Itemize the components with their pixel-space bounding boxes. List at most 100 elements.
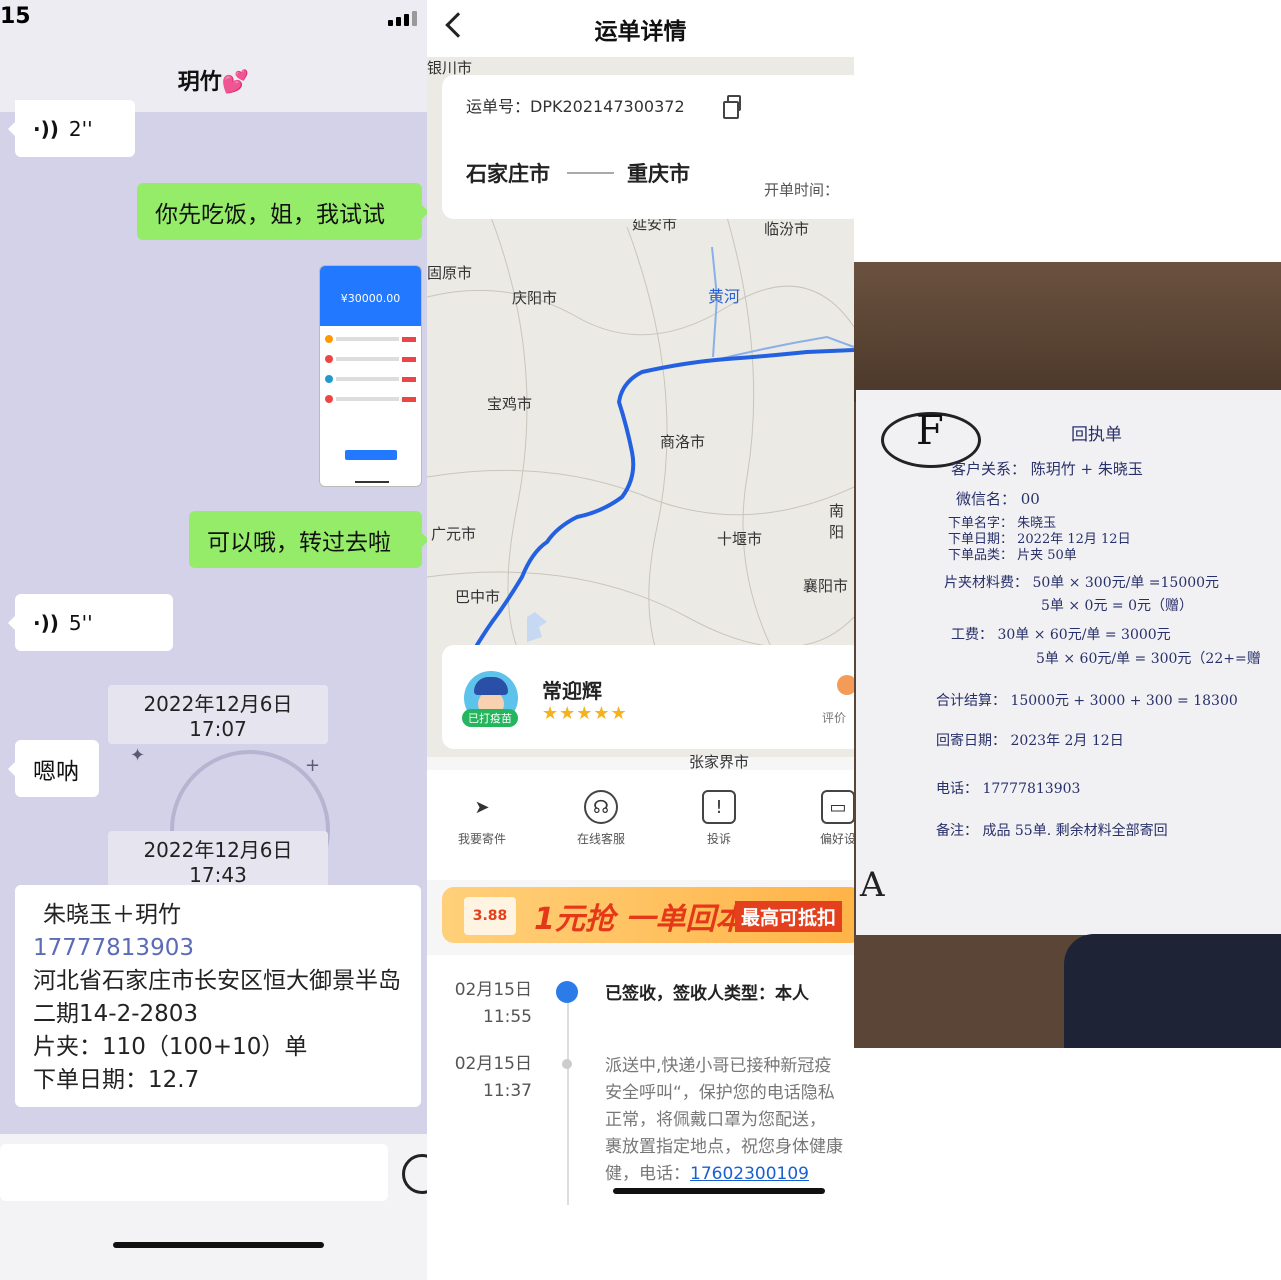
copy-icon[interactable] — [723, 95, 741, 119]
chat-screen: 15 玥竹💕 ✦ + ·)) 2'' 你先吃饭，姐，我试试 ¥30000.00 … — [0, 0, 427, 1280]
order-date: 下单日期：12.7 — [33, 1067, 200, 1093]
timestamp: 2022年12月6日 17:07 — [108, 685, 328, 744]
complaint-icon: ! — [702, 790, 736, 824]
waybill-screen: 银川市 延安市 临汾市 固原市 庆阳市 宝鸡市 商洛市 南阳 十堰市 广元市 巴… — [427, 0, 854, 1280]
chat-input-bar — [0, 1134, 427, 1280]
voice-duration: 2'' — [68, 116, 93, 141]
map-city-label: 十堰市 — [717, 530, 763, 548]
tracking-timeline: 02月15日 11:55 已签收，签收人类型：本人 02月15日 11:37 派… — [427, 955, 854, 1280]
status-line: 裹放置指定地点，祝您身体健康 — [605, 1137, 843, 1157]
chat-header: 15 玥竹💕 — [0, 0, 427, 112]
contact-name[interactable]: 玥竹💕 — [0, 64, 427, 96]
order-quantity: 片夹：110（100+10）单 — [33, 1034, 308, 1060]
grade-mark: F — [916, 408, 944, 454]
status-line: 健，电话：17602300109 — [605, 1161, 854, 1188]
destination-city: 重庆市 — [627, 162, 690, 186]
timeline-date: 02月15日 — [454, 1054, 532, 1074]
action-label: 在线客服 — [576, 832, 625, 846]
receipt-line: 微信名： 00 — [956, 490, 1040, 508]
signed-status-icon — [556, 981, 578, 1003]
fabric-background — [1064, 934, 1281, 1048]
handwritten-receipt: F 回执单 客户关系： 陈玥竹 + 朱晓玉 微信名： 00 下单名字： 朱晓玉 … — [856, 390, 1281, 935]
emoji-icon[interactable] — [402, 1154, 427, 1194]
timeline-item: 02月15日 11:37 — [452, 1051, 532, 1105]
send-package-button[interactable]: ➤ 我要寄件 — [437, 790, 527, 847]
map-city-label: 商洛市 — [660, 433, 706, 451]
receipt-line: 片夹材料费： 50单 × 300元/单 =15000元 — [944, 575, 1220, 591]
route-arrow-icon — [567, 172, 614, 174]
timeline-time: 11:55 — [483, 1007, 532, 1027]
receipt-line: 合计结算： 15000元 + 3000 + 300 = 18300 — [936, 693, 1238, 709]
map-city-label: 襄阳市 — [803, 577, 849, 595]
rate-label[interactable]: 评价 — [822, 709, 846, 726]
receipt-line: 5单 × 60元/单 = 300元（22+=赠 — [1036, 651, 1261, 667]
online-service-button[interactable]: ☊ 在线客服 — [556, 790, 646, 847]
message-input[interactable] — [0, 1144, 388, 1201]
status-line: 派送中,快递小哥已接种新冠疫 — [605, 1056, 832, 1076]
courier-phone-link[interactable]: 17602300109 — [690, 1164, 809, 1184]
receipt-line: 回寄日期： 2023年 2月 12日 — [936, 733, 1124, 749]
preference-button[interactable]: ▭ 偏好设 — [793, 790, 854, 847]
sparkle-icon: + — [305, 755, 321, 776]
nav-bar: 运单详情 — [427, 0, 854, 57]
coupon-badge: 3.88 — [464, 897, 516, 935]
vaccinated-badge: 已打疫苗 — [462, 709, 518, 727]
sparkle-icon: ✦ — [130, 745, 146, 766]
map-city-label: 南阳 — [829, 502, 845, 541]
waybill-number: 运单号：DPK202147300372 — [466, 97, 685, 116]
timeline-status: 派送中,快递小哥已接种新冠疫 安全呼叫“，保护您的电话隐私 正常，将佩戴口罩为您… — [605, 1053, 854, 1188]
timeline-time: 11:37 — [483, 1081, 532, 1101]
phone-label: 健，电话： — [605, 1164, 690, 1184]
outgoing-message[interactable]: 你先吃饭，姐，我试试 — [137, 183, 427, 240]
voice-message[interactable]: ·)) 5'' — [8, 594, 173, 651]
timeline-dot-icon — [562, 1059, 572, 1069]
status-time: 15 — [0, 4, 31, 29]
action-bar: ➤ 我要寄件 ☊ 在线客服 ! 投诉 ▭ 偏好设 — [427, 770, 854, 880]
waybill-info-card: 运单号：DPK202147300372 石家庄市 重庆市 开单时间： — [442, 75, 854, 219]
river-label: 黄河 — [708, 287, 741, 306]
signal-icon — [388, 10, 422, 26]
map-city-label: 宝鸡市 — [487, 395, 533, 413]
preference-icon: ▭ — [821, 790, 854, 824]
action-label: 投诉 — [706, 832, 731, 846]
voice-wave-icon: ·)) — [33, 116, 59, 141]
action-label: 偏好设 — [819, 832, 854, 846]
promo-tag: 最高可抵扣 — [735, 901, 843, 932]
status-line: 安全呼叫“，保护您的电话隐私 — [605, 1083, 835, 1103]
map-city-label: 巴中市 — [455, 588, 501, 606]
open-time-label: 开单时间： — [764, 181, 840, 199]
address-message[interactable]: 朱晓玉＋玥竹 17777813903 河北省石家庄市长安区恒大御景半岛二期14-… — [15, 885, 421, 1107]
timestamp: 2022年12月6日 17:43 — [108, 831, 328, 890]
rate-icon[interactable] — [837, 675, 854, 695]
voice-wave-icon: ·)) — [33, 610, 59, 635]
send-icon: ➤ — [474, 796, 490, 818]
receipt-photo: F 回执单 客户关系： 陈玥竹 + 朱晓玉 微信名： 00 下单名字： 朱晓玉 … — [854, 262, 1281, 1048]
recipient-address: 河北省石家庄市长安区恒大御景半岛二期14-2-2803 — [33, 968, 401, 1027]
courier-name: 常迎辉 — [542, 679, 602, 703]
action-label: 我要寄件 — [457, 832, 506, 846]
promo-banner[interactable]: 3.88 1元抢 一单回本 最高可抵扣 — [442, 887, 854, 943]
voice-duration: 5'' — [68, 610, 93, 635]
payment-amount: ¥30000.00 — [320, 266, 421, 326]
status-line: 正常，将佩戴口罩为您配送， — [605, 1110, 826, 1130]
page-title: 运单详情 — [594, 19, 687, 45]
voice-message[interactable]: ·)) 2'' — [8, 100, 135, 157]
receipt-line: 下单品类： 片夹 50单 — [948, 548, 1077, 563]
corner-mark: A — [860, 865, 885, 905]
complaint-button[interactable]: ! 投诉 — [674, 790, 764, 847]
receipt-line: 电话： 17777813903 — [936, 781, 1081, 797]
receipt-line: 5单 × 0元 = 0元（赠） — [1041, 598, 1193, 614]
recipient-phone-link[interactable]: 17777813903 — [33, 932, 403, 965]
map-city-label: 张家界市 — [689, 753, 750, 771]
payment-screenshot-image[interactable]: ¥30000.00 — [319, 265, 422, 487]
outgoing-message[interactable]: 可以哦，转过去啦 — [189, 511, 427, 568]
receipt-title: 回执单 — [1071, 425, 1122, 445]
timeline-status: 已签收，签收人类型：本人 — [605, 984, 809, 1004]
map-city-label: 固原市 — [427, 264, 473, 282]
headset-icon: ☊ — [584, 790, 618, 824]
home-indicator — [613, 1188, 825, 1194]
incoming-message[interactable]: 嗯呐 — [8, 740, 99, 797]
courier-card[interactable]: 已打疫苗 常迎辉 ★★★★★ 评价 — [442, 645, 854, 749]
rating-stars-icon: ★★★★★ — [542, 703, 628, 724]
recipient-name: 朱晓玉＋玥竹 — [43, 902, 181, 928]
